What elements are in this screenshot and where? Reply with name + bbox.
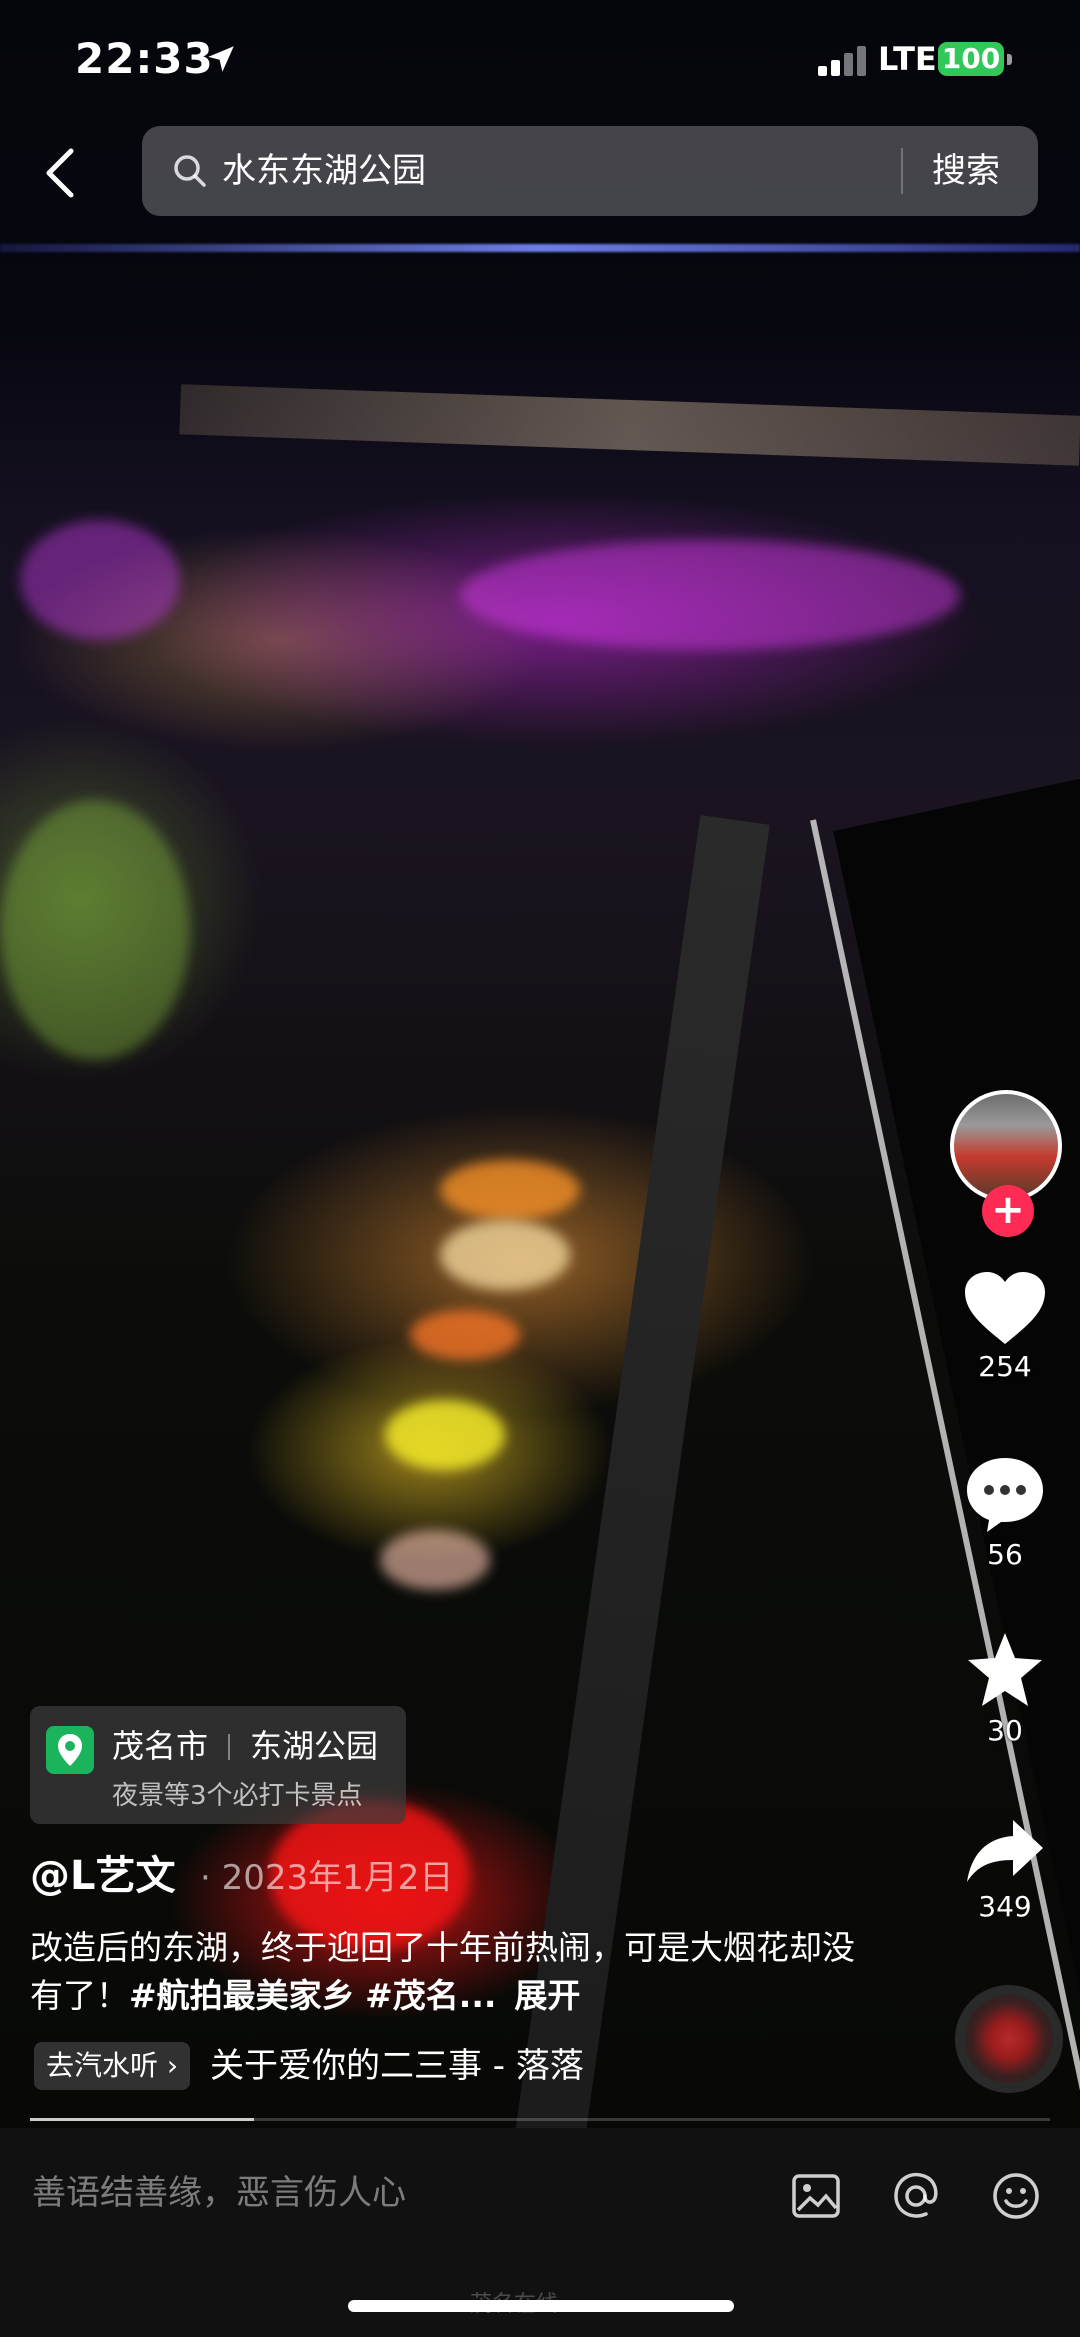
back-button[interactable] [30, 140, 90, 206]
like-count: 254 [978, 1350, 1032, 1383]
heart-icon [965, 1272, 1045, 1344]
comment-button[interactable]: 56 [940, 1454, 1070, 1571]
location-arrow-icon [208, 46, 234, 72]
signal-icon [818, 44, 870, 76]
like-button[interactable]: 254 [940, 1270, 1070, 1383]
favorite-count: 30 [987, 1714, 1023, 1747]
green-tree [0, 800, 190, 1060]
music-title[interactable]: 关于爱你的二三事 - 落落 [210, 2042, 584, 2090]
video-progress[interactable] [30, 2118, 1050, 2121]
status-bar: 22:33 LTE 100 [0, 0, 1080, 120]
follow-button[interactable]: + [982, 1185, 1034, 1237]
search-input[interactable]: 水东东湖公园 [222, 146, 426, 196]
bridge-lights [0, 244, 1080, 252]
qishui-button[interactable]: 去汽水听 › [34, 2042, 191, 2090]
star-icon [968, 1633, 1042, 1706]
home-indicator[interactable] [348, 2300, 734, 2312]
share-arrow-icon [967, 1820, 1043, 1882]
battery-icon: 100 [938, 42, 1004, 76]
caption: 改造后的东湖，终于迎回了十年前热闹，可是大烟花却没有了！#航拍最美家乡 #茂名.… [30, 1924, 880, 2020]
image-icon[interactable] [790, 2170, 842, 2222]
music-disc[interactable] [955, 1985, 1063, 2093]
search-bar[interactable]: 水东东湖公园 搜索 [142, 126, 1038, 216]
network-type: LTE [878, 40, 937, 78]
lantern [440, 1160, 580, 1220]
divider [228, 1734, 230, 1760]
hashtag-hometown[interactable]: #航拍最美家乡 [129, 1976, 355, 2015]
lantern [440, 1220, 570, 1290]
poi-card[interactable]: 茂名市 东湖公园 夜景等3个必打卡景点 [30, 1706, 406, 1824]
comment-input[interactable]: 善语结善缘，恶言伤人心 [32, 2168, 406, 2218]
road-lights [179, 384, 1080, 466]
lantern [410, 1310, 520, 1360]
poi-subtitle: 夜景等3个必打卡景点 [112, 1781, 363, 1811]
location-pin-icon [46, 1726, 94, 1774]
chevron-left-icon [46, 148, 74, 198]
expand-button[interactable]: 展开 [514, 1976, 580, 2015]
favorite-button[interactable]: 30 [940, 1630, 1070, 1747]
comment-bar: 善语结善缘，恶言伤人心 茂名在线 [0, 2128, 1080, 2337]
lantern [380, 1530, 490, 1590]
emoji-icon[interactable] [990, 2170, 1042, 2222]
comment-count: 56 [987, 1538, 1023, 1571]
poi-name: 东湖公园 [250, 1727, 379, 1765]
author-name[interactable]: @L艺文 [30, 1850, 176, 1902]
at-mention-icon[interactable] [890, 2170, 942, 2222]
share-button[interactable]: 349 [940, 1816, 1070, 1923]
divider [901, 148, 903, 194]
share-count: 349 [978, 1890, 1032, 1923]
progress-fill [30, 2118, 255, 2121]
poi-city: 茂名市 [112, 1727, 209, 1765]
search-button[interactable]: 搜索 [932, 146, 1000, 196]
battery-tip [1007, 54, 1012, 65]
lantern [385, 1400, 505, 1470]
comment-icon [967, 1458, 1043, 1532]
purple-tree-lights [460, 540, 960, 650]
post-date: · 2023年1月2日 [200, 1858, 454, 1898]
search-icon [174, 155, 206, 187]
clock: 22:33 [75, 34, 214, 83]
purple-tree-lights-left [20, 520, 180, 640]
hashtag-maoming[interactable]: #茂名... [365, 1976, 496, 2015]
